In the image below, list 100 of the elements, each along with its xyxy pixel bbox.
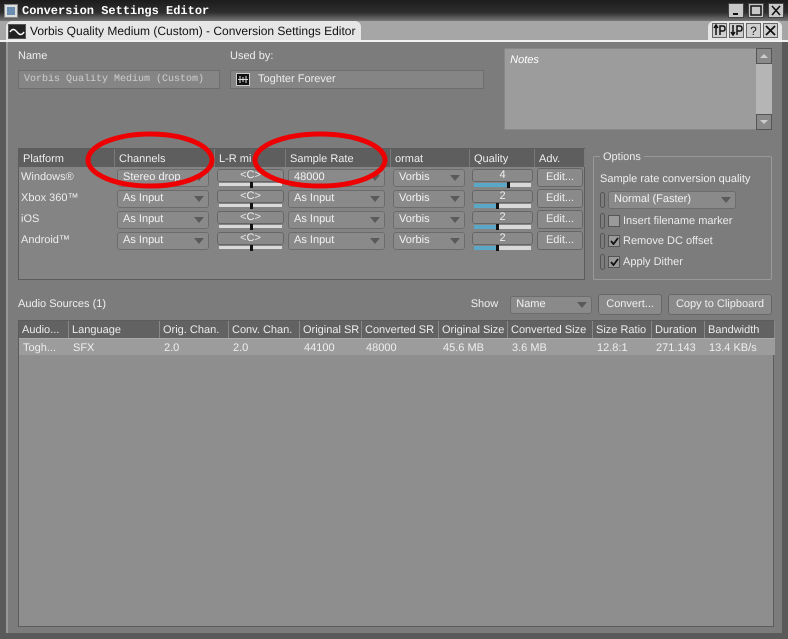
scroll-up-icon[interactable] [756,48,772,64]
edit-button[interactable]: Edit... [537,168,583,187]
quality-button[interactable]: 2 [472,190,533,203]
caret-icon [450,174,460,180]
table-cell: 45.6 MB [439,338,508,355]
close-icon[interactable] [763,23,778,38]
caret-icon [450,216,460,222]
window-title: Conversion Settings Editor [22,2,210,20]
table-cell: 13.4 KB/s [705,338,775,355]
slider-thumb[interactable] [250,245,252,251]
channels-dropdown[interactable]: As Input [117,190,209,208]
grip-handle[interactable] [600,254,605,270]
caret-icon [370,216,380,222]
table-cell: 2.0 [160,338,229,355]
slider-thumb[interactable] [250,224,252,230]
quality-dropdown[interactable]: Normal (Faster) [608,190,736,208]
table-cell: SFX [69,338,160,355]
platform-name: iOS [21,212,40,228]
scroll-down-icon[interactable] [756,114,772,130]
quality-button[interactable]: 2 [472,211,533,224]
option-label: Sample rate conversion quality [600,172,752,187]
waveform-icon [8,24,26,38]
checkbox[interactable] [608,256,620,268]
checkbox[interactable] [608,214,620,227]
check-icon [610,258,618,266]
caret-icon [450,196,460,202]
table-cell: 2.0 [229,338,300,355]
caret-icon [370,174,380,180]
slider-thumb[interactable] [250,182,252,188]
field-label: Name [18,49,48,64]
grip-handle[interactable] [600,212,605,229]
grip-handle[interactable] [600,192,605,208]
column-header: Sample Rate [286,149,391,167]
used-by-field[interactable]: Toghter Forever [230,70,484,88]
show-label: Show [470,297,498,312]
table-cell: 12.8:1 [593,338,652,355]
mix-button[interactable]: <C> [217,211,284,224]
sample-rate-dropdown[interactable]: As Input [288,190,385,208]
maximize-icon[interactable] [748,3,764,18]
column-header: Language [69,321,160,338]
column-header: Duration [652,321,705,338]
toolbar-button[interactable]: Copy to Clipboard [668,294,772,315]
pin-down-icon[interactable] [729,23,744,38]
table-cell: Togh... [19,338,69,355]
tab-title: Vorbis Quality Medium (Custom) - Conversion Settings Editor [30,23,356,40]
notes-field[interactable]: Notes [504,48,756,130]
help-button[interactable]: ? [746,23,761,38]
column-header: L-R mi [215,149,286,167]
table-cell: 3.6 MB [508,338,593,355]
pin-up-icon[interactable] [712,23,727,38]
check-icon [610,237,618,246]
app-icon [4,4,18,18]
document-tab[interactable]: Vorbis Quality Medium (Custom) - Conversion Settings Editor [6,21,362,40]
column-header: Size Ratio [593,321,652,338]
show-dropdown[interactable]: Name [510,296,592,314]
column-header: Quality [470,149,535,167]
table-cell: 271.143 [652,338,705,355]
channels-dropdown[interactable]: As Input [117,232,209,250]
caret-icon [577,302,588,308]
table-cell: 48000 [362,338,439,355]
format-dropdown[interactable]: Vorbis [393,168,465,186]
close-icon[interactable] [768,3,784,18]
toolbar-button[interactable]: Convert... [598,294,662,315]
grip-handle[interactable] [600,233,605,250]
caret-icon [450,238,460,244]
caret-icon [721,196,731,202]
caret-icon [194,196,204,202]
group-title: Options [600,149,644,166]
caret-icon [370,238,380,244]
scrollbar[interactable] [756,48,772,130]
column-header: Orig. Chan. [160,321,229,338]
section-title: Audio Sources (1) [18,297,106,312]
column-header: Adv. [535,149,585,167]
quality-button[interactable]: 4 [472,169,533,182]
edit-button[interactable]: Edit... [537,231,583,250]
checkbox[interactable] [608,235,620,248]
mix-button[interactable]: <C> [217,190,284,203]
minimize-icon[interactable] [728,3,744,18]
column-header: Channels [115,149,215,167]
format-dropdown[interactable]: Vorbis [393,190,465,208]
quality-button[interactable]: 2 [472,232,533,245]
edit-button[interactable]: Edit... [537,189,583,208]
mix-button[interactable]: <C> [217,232,284,245]
checkbox-label: Apply Dither [623,254,683,270]
column-header: Converted Size [508,321,593,338]
caret-icon [370,196,380,202]
sample-rate-dropdown[interactable]: As Input [288,232,385,250]
format-dropdown[interactable]: Vorbis [393,210,465,228]
format-dropdown[interactable]: Vorbis [393,232,465,250]
field-label: Used by: [230,49,274,64]
column-header: Audio... [19,321,69,338]
column-header: Conv. Chan. [229,321,300,338]
platform-name: Android™ [21,233,70,248]
sample-rate-dropdown[interactable]: As Input [288,210,385,228]
checkbox-label: Remove DC offset [623,234,713,249]
used-by-name: Toghter Forever [258,72,336,87]
channels-dropdown[interactable]: As Input [117,210,209,228]
edit-button[interactable]: Edit... [537,210,583,229]
slider-thumb[interactable] [250,203,252,209]
waveform-icon [236,72,250,86]
